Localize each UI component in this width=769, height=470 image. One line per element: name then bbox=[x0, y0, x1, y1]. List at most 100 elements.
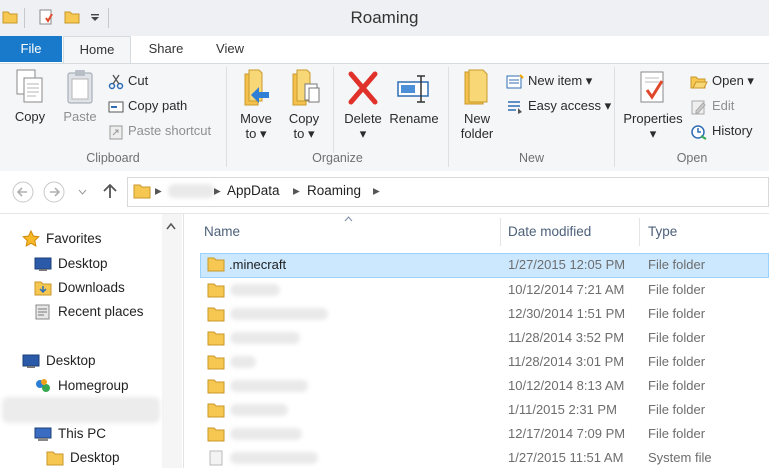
file-name-blurred bbox=[230, 284, 280, 296]
file-date: 11/28/2014 3:52 PM bbox=[508, 330, 625, 345]
rename-button[interactable]: Rename bbox=[388, 68, 440, 126]
properties-quick-icon[interactable] bbox=[38, 9, 54, 25]
file-date: 11/28/2014 3:01 PM bbox=[508, 354, 625, 369]
file-date: 10/12/2014 8:13 AM bbox=[508, 378, 625, 393]
back-arrow-icon[interactable] bbox=[11, 180, 35, 204]
breadcrumb-separator[interactable]: ▸ bbox=[373, 177, 380, 205]
delete-button[interactable]: Delete ▾ bbox=[340, 68, 386, 141]
file-date: 12/30/2014 1:51 PM bbox=[508, 306, 626, 321]
file-name-blurred bbox=[230, 404, 288, 416]
folder-icon bbox=[207, 427, 225, 442]
breadcrumb-separator[interactable]: ▸ bbox=[155, 177, 162, 205]
file-type: System file bbox=[648, 450, 712, 465]
paste-icon bbox=[67, 70, 93, 104]
edit-button[interactable]: Edit bbox=[690, 96, 734, 116]
column-header-name[interactable]: Name bbox=[200, 216, 500, 248]
new-item-icon bbox=[506, 73, 524, 89]
column-header-type[interactable]: Type bbox=[644, 216, 768, 248]
breadcrumb-roaming[interactable]: Roaming bbox=[307, 177, 361, 205]
file-type: File folder bbox=[648, 306, 706, 321]
breadcrumb-separator[interactable]: ▸ bbox=[214, 177, 221, 205]
breadcrumb-appdata[interactable]: AppData bbox=[227, 177, 280, 205]
up-arrow-icon[interactable] bbox=[100, 181, 120, 201]
nav-item-label: Homegroup bbox=[58, 378, 129, 393]
column-header-date-modified[interactable]: Date modified bbox=[504, 216, 638, 248]
forward-arrow-icon[interactable] bbox=[42, 180, 66, 204]
copy-path-button[interactable]: Copy path bbox=[108, 96, 187, 116]
file-name-blurred bbox=[230, 308, 328, 320]
nav-item-downloads[interactable]: Downloads bbox=[34, 276, 125, 300]
breadcrumb-user-blurred[interactable] bbox=[168, 184, 214, 198]
new-folder-quick-icon[interactable] bbox=[64, 9, 80, 25]
tab-view[interactable]: View bbox=[204, 36, 256, 62]
file-name-blurred bbox=[230, 332, 300, 344]
breadcrumb-separator[interactable]: ▸ bbox=[293, 177, 300, 205]
nav-item-homegroup[interactable]: Homegroup bbox=[34, 374, 129, 398]
window-title: Roaming bbox=[350, 8, 419, 27]
paste-shortcut-icon bbox=[109, 125, 123, 140]
paste-shortcut-button[interactable]: Paste shortcut bbox=[108, 121, 211, 141]
tab-home[interactable]: Home bbox=[63, 36, 131, 64]
file-name: .minecraft bbox=[229, 257, 287, 272]
move-to-label: Move bbox=[240, 111, 272, 126]
nav-item-recent-places[interactable]: Recent places bbox=[34, 300, 144, 324]
copy-to-button[interactable]: Copy to ▾ bbox=[282, 68, 326, 141]
nav-item-desktop[interactable]: Desktop bbox=[34, 252, 108, 276]
nav-item-desktop-pc[interactable]: Desktop bbox=[46, 446, 120, 470]
file-type: File folder bbox=[648, 330, 706, 345]
nav-item-label: Favorites bbox=[46, 231, 102, 246]
cut-button[interactable]: Cut bbox=[108, 71, 148, 91]
tab-share[interactable]: Share bbox=[138, 36, 194, 62]
file-type: File folder bbox=[648, 282, 706, 297]
paste-button[interactable]: Paste bbox=[58, 68, 102, 124]
recent-places-icon bbox=[35, 304, 50, 320]
file-date: 1/11/2015 2:31 PM bbox=[508, 402, 617, 417]
new-folder-icon bbox=[464, 69, 488, 105]
copy-to-label: Copy bbox=[288, 111, 320, 126]
star-icon bbox=[22, 230, 40, 248]
folder-icon bbox=[2, 11, 18, 24]
column-separator[interactable] bbox=[639, 218, 640, 246]
customize-quick-access-icon[interactable] bbox=[90, 14, 100, 22]
tab-file[interactable]: File bbox=[0, 36, 62, 62]
properties-label: Properties bbox=[623, 111, 683, 126]
desktop-icon bbox=[34, 257, 52, 272]
nav-scrollbar[interactable] bbox=[162, 214, 182, 468]
column-separator[interactable] bbox=[500, 218, 501, 246]
desktop-icon bbox=[22, 354, 40, 369]
recent-locations-chevron-icon[interactable] bbox=[78, 188, 87, 196]
nav-item-desktop-root[interactable]: Desktop bbox=[22, 349, 96, 373]
nav-item-label: Desktop bbox=[58, 256, 108, 271]
properties-button[interactable]: Properties ▾ bbox=[620, 68, 686, 141]
copy-to-label-line2: to bbox=[293, 126, 305, 141]
edit-icon bbox=[691, 100, 706, 115]
copy-to-icon bbox=[292, 69, 320, 106]
nav-item-label: Desktop bbox=[70, 450, 120, 465]
folder-icon bbox=[133, 184, 151, 199]
nav-item-this-pc[interactable]: This PC bbox=[34, 422, 106, 446]
file-date: 12/17/2014 7:09 PM bbox=[508, 426, 626, 441]
nav-item-label: Desktop bbox=[46, 353, 96, 368]
toolbar-divider bbox=[24, 8, 25, 28]
new-item-button[interactable]: New item ▾ bbox=[506, 71, 592, 91]
open-group-label: Open bbox=[676, 151, 708, 165]
rename-label: Rename bbox=[389, 111, 439, 126]
homegroup-icon bbox=[36, 379, 50, 393]
open-button[interactable]: Open ▾ bbox=[690, 71, 754, 91]
file-name-blurred bbox=[230, 452, 318, 464]
nav-item-favorites[interactable]: Favorites bbox=[22, 227, 102, 251]
folder-icon bbox=[207, 403, 225, 418]
move-to-button[interactable]: Move to ▾ bbox=[234, 68, 278, 141]
paste-shortcut-label: Paste shortcut bbox=[128, 123, 212, 138]
address-bar[interactable] bbox=[127, 177, 769, 207]
downloads-icon bbox=[34, 281, 52, 296]
clipboard-group-label: Clipboard bbox=[86, 151, 140, 165]
scroll-up-icon[interactable] bbox=[165, 222, 177, 230]
nav-item-blurred[interactable] bbox=[2, 397, 160, 423]
history-icon bbox=[691, 124, 707, 140]
easy-access-button[interactable]: Easy access ▾ bbox=[506, 96, 611, 116]
history-button[interactable]: History bbox=[690, 121, 752, 141]
copy-button[interactable]: Copy bbox=[8, 68, 52, 124]
new-folder-button[interactable]: New folder bbox=[454, 68, 500, 141]
open-label: Open bbox=[712, 73, 744, 88]
